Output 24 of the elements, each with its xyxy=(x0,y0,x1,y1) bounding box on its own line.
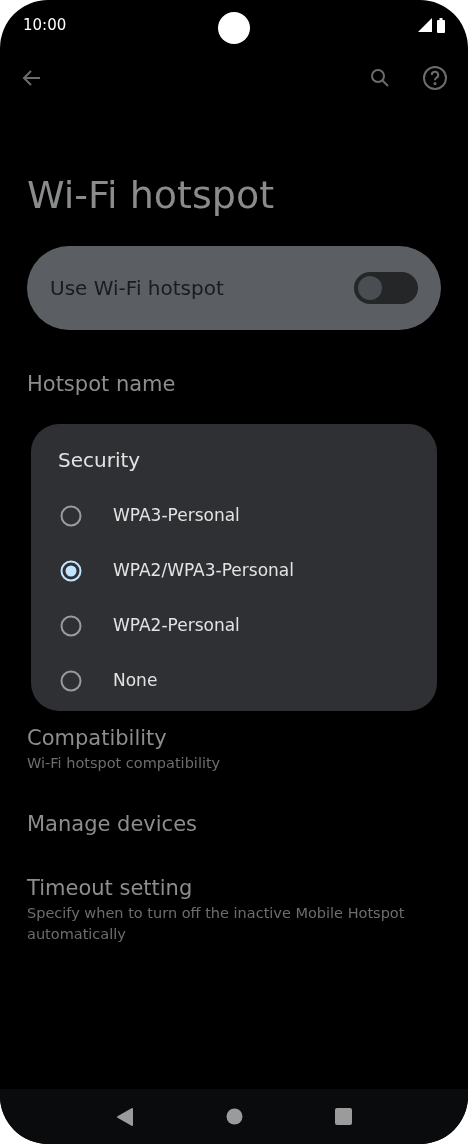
radio-label[interactable]: WPA2/WPA3-Personal xyxy=(113,557,294,584)
radio-button[interactable] xyxy=(60,614,82,637)
battery-icon xyxy=(437,17,445,33)
home-nav-icon[interactable] xyxy=(226,1108,243,1125)
setting-subtitle: Wi-Fi hotspot compatibility xyxy=(27,754,222,773)
setting-title[interactable]: Timeout setting xyxy=(27,874,193,902)
toggle-switch[interactable] xyxy=(354,272,418,304)
radio-label[interactable]: None xyxy=(113,667,158,694)
radio-label[interactable]: WPA3-Personal xyxy=(113,502,240,529)
page-title: Wi-Fi hotspot xyxy=(27,172,276,218)
setting-subtitle: Specify when to turn off the inactive Mobile Hotspot automatically xyxy=(27,904,406,944)
status-time: 10:00 xyxy=(23,14,67,36)
camera-cutout xyxy=(218,12,250,44)
help-icon[interactable] xyxy=(422,65,448,91)
back-nav-icon[interactable] xyxy=(116,1106,134,1127)
setting-title[interactable]: Compatibility xyxy=(27,724,167,752)
setting-title[interactable]: Hotspot name xyxy=(27,370,176,398)
dialog-title: Security xyxy=(57,447,142,474)
radio-button[interactable] xyxy=(60,669,82,692)
radio-button[interactable] xyxy=(60,504,82,527)
setting-title[interactable]: Manage devices xyxy=(27,810,197,838)
switch-label: Use Wi-Fi hotspot xyxy=(50,275,224,302)
signal-icon xyxy=(418,18,432,32)
radio-label[interactable]: WPA2-Personal xyxy=(113,612,240,639)
